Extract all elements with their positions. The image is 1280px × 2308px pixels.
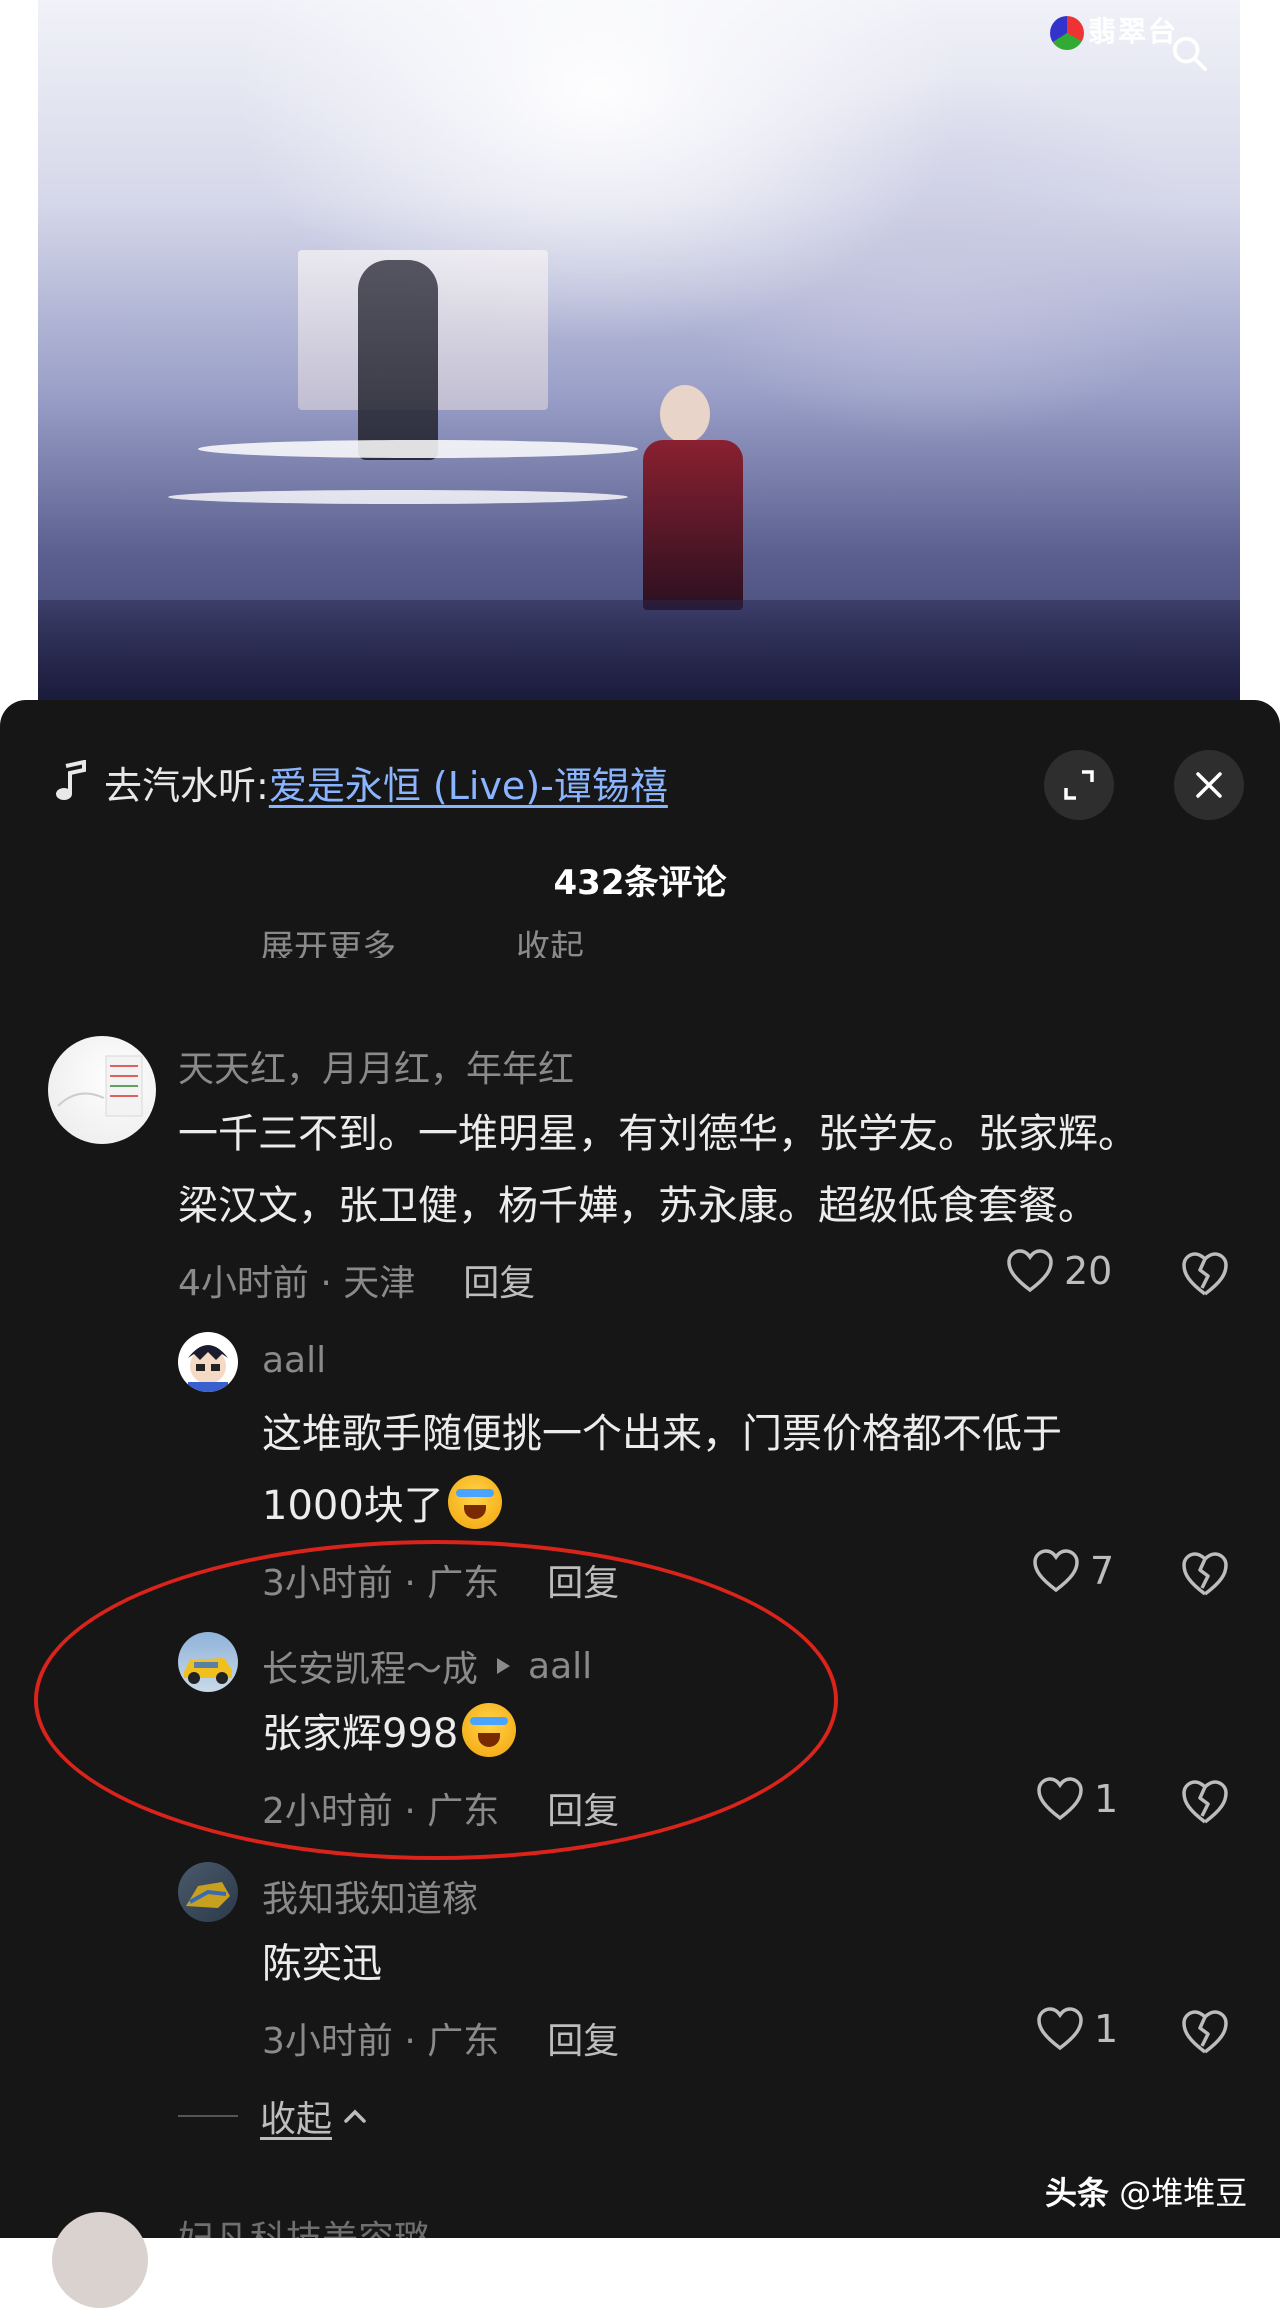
like-count: 7 — [1090, 1549, 1115, 1593]
avatar-image — [184, 1658, 232, 1684]
reply-time-location: 2小时前 · 广东 — [262, 1791, 500, 1832]
performer-right — [643, 440, 743, 610]
reply-time-location: 3小时前 · 广东 — [262, 1563, 500, 1604]
divider-line — [178, 2115, 238, 2117]
reply-to-user[interactable]: aall — [528, 1646, 592, 1687]
dislike-icon[interactable] — [1180, 2008, 1230, 2056]
reply-arrow-icon — [497, 1658, 511, 1674]
heart-icon — [1033, 1549, 1079, 1593]
song-link[interactable]: 爱是永恒 (Live)-谭锡禧 — [269, 755, 668, 810]
reply-header: 长安凯程～成 aall — [262, 1640, 592, 1692]
tvb-logo-icon — [1050, 16, 1084, 50]
like-button[interactable]: 1 — [1036, 1776, 1118, 1822]
performer-left — [358, 260, 438, 460]
comment-text-line: 一千三不到。一堆明星，有刘德华，张学友。张家辉。 — [178, 1111, 1138, 1157]
performer-right-head — [660, 385, 710, 443]
video-player[interactable] — [38, 0, 1240, 712]
channel-logo: 翡翠台 — [1050, 10, 1178, 50]
comment-meta: 4小时前 · 天津 回复 — [178, 1254, 535, 1306]
dislike-icon[interactable] — [1180, 1250, 1230, 1298]
avatar[interactable] — [178, 1632, 238, 1692]
laugh-cry-emoji-icon — [462, 1703, 517, 1757]
expand-button[interactable] — [1044, 750, 1114, 820]
collapse-replies-button[interactable]: 收起 — [178, 2090, 368, 2142]
avatar[interactable] — [178, 1862, 238, 1922]
watermark-handle: @堆堆豆 — [1119, 2174, 1248, 2212]
avatar-image — [186, 1882, 230, 1908]
reply-author[interactable]: aall — [262, 1340, 326, 1381]
reply-text-line: 1000块了 — [262, 1470, 502, 1542]
comment-author[interactable]: 天天红，月月红，年年红 — [178, 1040, 574, 1092]
reply-meta: 3小时前 · 广东 回复 — [262, 1554, 619, 1606]
reply-button[interactable]: 回复 — [547, 2021, 619, 2062]
watermark-brand: 头条 — [1045, 2174, 1110, 2212]
avatar-image — [57, 1055, 143, 1117]
close-button[interactable] — [1174, 750, 1244, 820]
collapse-label: 收起 — [260, 2099, 333, 2140]
comment-count: 432条评论 — [553, 863, 727, 903]
heart-icon — [1007, 1249, 1053, 1293]
reply-text-line: 陈奕迅 — [262, 1941, 382, 1987]
collapse-link-top[interactable]: 收起 — [516, 920, 584, 958]
like-count: 1 — [1094, 2007, 1119, 2051]
music-prefix: 去汽水听: — [104, 763, 269, 808]
reply-text-line: 这堆歌手随便挑一个出来，门票价格都不低于 — [262, 1411, 1062, 1457]
music-note-icon — [56, 760, 86, 800]
like-button[interactable]: 7 — [1032, 1548, 1114, 1594]
avatar[interactable] — [52, 2212, 148, 2308]
stage-floor — [38, 600, 1240, 712]
comment-text-line: 梁汉文，张卫健，杨千嬅，苏永康。超级低食套餐。 — [178, 1183, 1098, 1229]
like-count: 20 — [1064, 1249, 1113, 1293]
expand-icon — [1064, 770, 1094, 800]
reply-meta: 2小时前 · 广东 回复 — [262, 1782, 619, 1834]
reply-author[interactable]: 我知我知道稼 — [262, 1870, 478, 1922]
reply-text-line: 张家辉998 — [262, 1698, 517, 1770]
avatar[interactable] — [178, 1332, 238, 1392]
reply-button[interactable]: 回复 — [547, 1791, 619, 1832]
expand-more-link[interactable]: 展开更多 — [260, 920, 396, 958]
search-icon[interactable] — [1170, 34, 1208, 72]
heart-icon — [1037, 1777, 1083, 1821]
music-link-row[interactable]: 去汽水听: 爱是永恒 (Live)-谭锡禧 — [52, 752, 668, 812]
previous-thread-controls: 展开更多 收起 — [260, 920, 704, 958]
comment-time-location: 4小时前 · 天津 — [178, 1263, 416, 1304]
like-button[interactable]: 20 — [1006, 1248, 1112, 1294]
reply-time-location: 3小时前 · 广东 — [262, 2021, 500, 2062]
avatar[interactable] — [48, 1036, 156, 1144]
chevron-up-icon — [344, 2109, 366, 2123]
close-icon — [1196, 772, 1222, 798]
like-count: 1 — [1094, 1777, 1119, 1821]
reply-author[interactable]: 长安凯程～成 — [262, 1640, 478, 1692]
stage-step — [198, 440, 638, 458]
heart-icon — [1037, 2007, 1083, 2051]
reply-button[interactable]: 回复 — [547, 1563, 619, 1604]
like-button[interactable]: 1 — [1036, 2006, 1118, 2052]
stage-step — [168, 490, 628, 504]
laugh-cry-emoji-icon — [447, 1475, 502, 1529]
reply-meta: 3小时前 · 广东 回复 — [262, 2012, 619, 2064]
comment-author[interactable]: 妃凡科技美容璐 — [178, 2210, 430, 2238]
dislike-icon[interactable] — [1180, 1550, 1230, 1598]
watermark: 头条 @堆堆豆 — [1045, 2168, 1247, 2214]
dislike-icon[interactable] — [1180, 1778, 1230, 1826]
reply-button[interactable]: 回复 — [463, 1263, 535, 1304]
avatar-image — [188, 1345, 228, 1392]
